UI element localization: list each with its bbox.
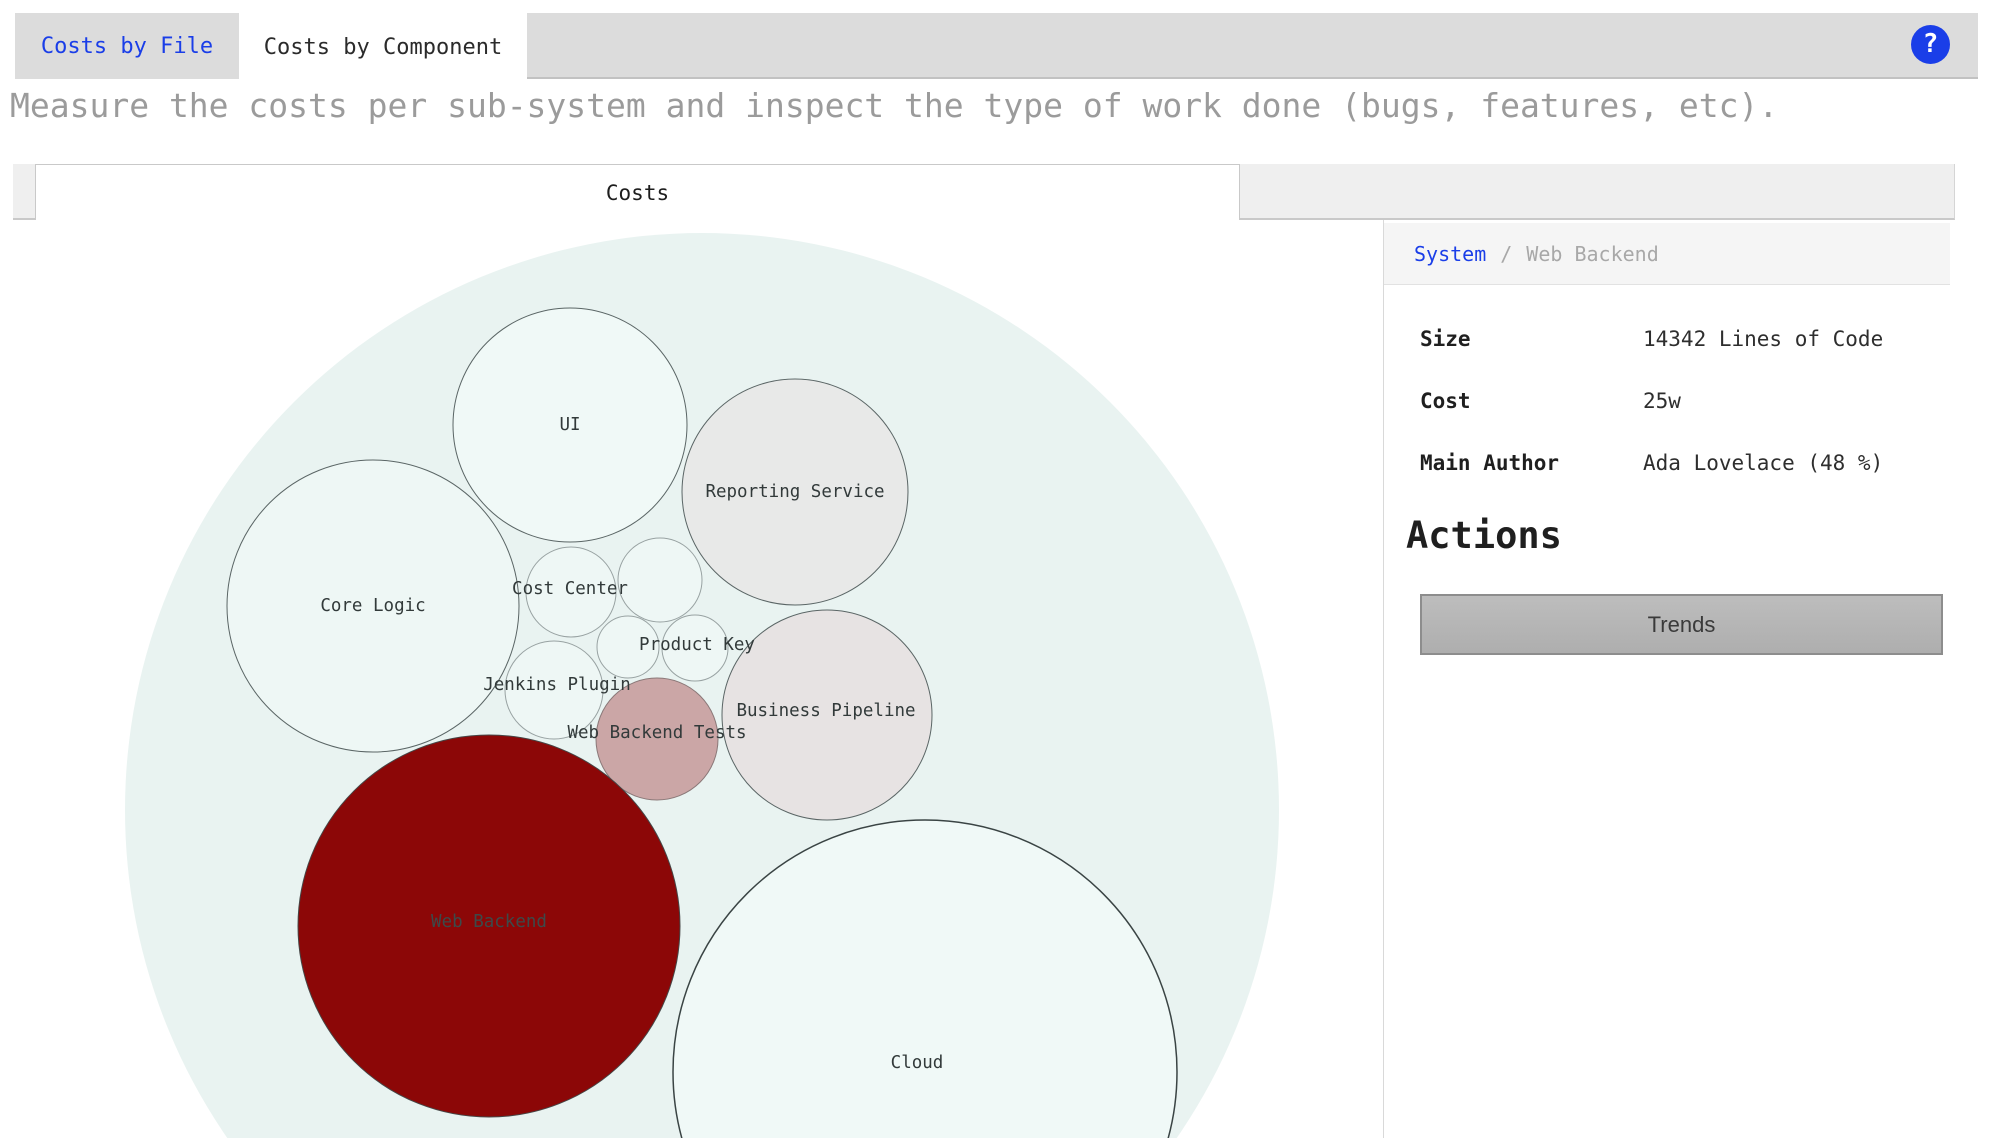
page-subtitle: Measure the costs per sub-system and ins… (10, 86, 1778, 125)
bubble-component-small-1[interactable] (618, 538, 702, 622)
bubble-label-cost-center: Cost Center (512, 579, 628, 599)
tab-costs-panel-label: Costs (606, 181, 669, 205)
bubble-label-ui: UI (559, 415, 580, 435)
detail-label-cost: Cost (1420, 389, 1471, 413)
bubble-label-jenkins-plugin: Jenkins Plugin (483, 675, 631, 695)
breadcrumb-system-link[interactable]: System (1414, 242, 1486, 266)
help-icon[interactable]: ? (1911, 25, 1950, 64)
bubble-label-web-backend: Web Backend (431, 912, 547, 932)
detail-row-cost: Cost 25w (1420, 389, 1960, 417)
tab-costs-by-component-label: Costs by Component (264, 35, 502, 60)
detail-label-size: Size (1420, 327, 1471, 351)
breadcrumb-separator: / (1500, 242, 1512, 266)
tab-costs-by-file-label: Costs by File (41, 34, 213, 59)
bubble-chart-svg: Core Logic UI Reporting Service Cost Center… (0, 220, 1383, 1138)
bubble-label-web-backend-tests: Web Backend Tests (567, 723, 746, 743)
tab-costs-by-component[interactable]: Costs by Component (239, 13, 527, 81)
trends-button-label: Trends (1648, 612, 1716, 638)
detail-row-size: Size 14342 Lines of Code (1420, 327, 1960, 355)
detail-value-size: 14342 Lines of Code (1643, 327, 1883, 351)
detail-value-main-author: Ada Lovelace (48 %) (1643, 451, 1883, 475)
bubble-label-core-logic: Core Logic (320, 596, 425, 616)
panel-tabbar-right-filler (1240, 164, 1955, 220)
panel-tabbar-left-filler (13, 164, 35, 220)
tab-costs-by-file[interactable]: Costs by File (15, 13, 239, 79)
actions-heading: Actions (1406, 514, 1562, 557)
detail-value-cost: 25w (1643, 389, 1681, 413)
detail-row-main-author: Main Author Ada Lovelace (48 %) (1420, 451, 1960, 479)
tab-costs-panel[interactable]: Costs (35, 164, 1240, 221)
app-root: { "header": { "tabs": [ { "label": "Cost… (0, 0, 1990, 1138)
bubble-label-product-key: Product Key (639, 635, 755, 655)
panel-divider (1383, 220, 1384, 1138)
breadcrumb-current: Web Backend (1526, 242, 1658, 266)
trends-button[interactable]: Trends (1420, 594, 1943, 655)
detail-label-main-author: Main Author (1420, 451, 1559, 475)
bubble-label-cloud: Cloud (891, 1053, 944, 1073)
bubble-label-reporting-service: Reporting Service (705, 482, 884, 502)
costs-bubble-chart: Core Logic UI Reporting Service Cost Center… (0, 220, 1383, 1138)
bubble-label-business-pipeline: Business Pipeline (736, 701, 915, 721)
breadcrumb: System / Web Backend (1384, 223, 1950, 285)
